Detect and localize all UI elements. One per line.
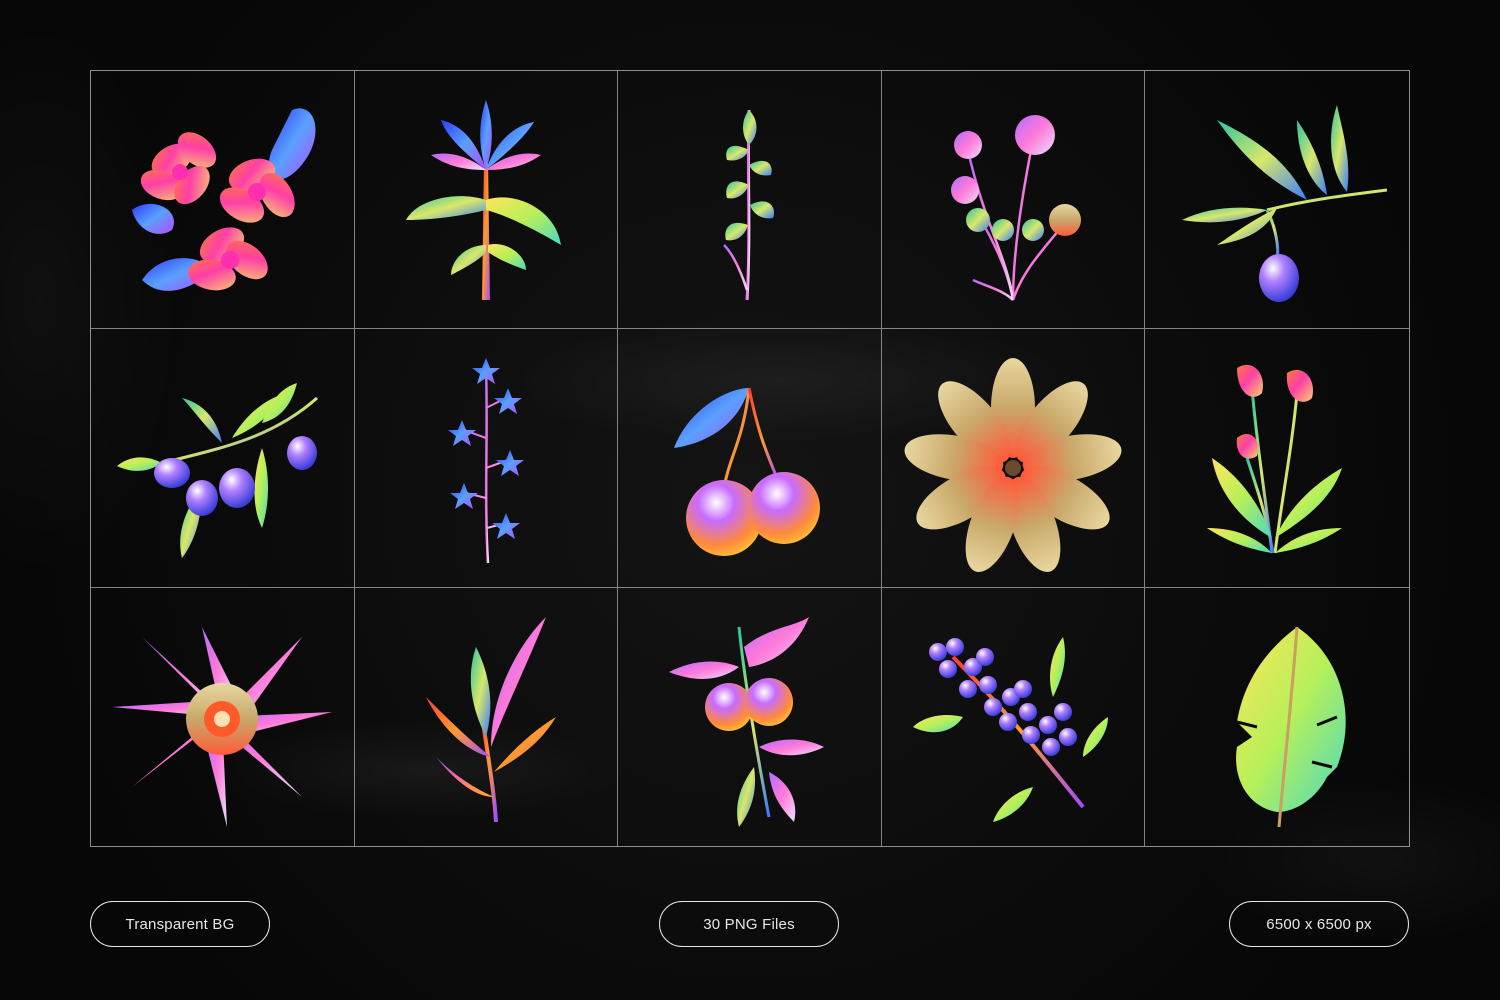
holographic-tulip-bunch-icon xyxy=(1207,364,1343,554)
resolution-badge: 6500 x 6500 px xyxy=(1229,901,1409,947)
grid-cell[interactable] xyxy=(91,587,355,846)
holographic-tropical-leaves-icon xyxy=(425,616,556,822)
grid-cell[interactable] xyxy=(618,71,882,330)
grid-cell[interactable] xyxy=(1145,329,1409,588)
holographic-olive-branch-icon xyxy=(1182,104,1388,302)
grid-cell[interactable] xyxy=(881,71,1146,330)
asset-grid xyxy=(90,70,1410,847)
grid-cell[interactable] xyxy=(91,71,355,330)
file-count-badge: 30 PNG Files xyxy=(659,901,839,947)
holographic-wildflower-bouquet-icon xyxy=(951,114,1082,301)
holographic-flower-cluster-icon xyxy=(132,108,316,291)
grid-cell[interactable] xyxy=(881,329,1146,588)
transparent-bg-badge: Transparent BG xyxy=(90,901,270,947)
grid-cell[interactable] xyxy=(618,329,882,588)
holographic-peach-branch-icon xyxy=(669,616,825,827)
grid-cell[interactable] xyxy=(354,71,619,330)
holographic-lily-icon xyxy=(405,99,561,300)
grid-cell[interactable] xyxy=(355,587,619,846)
grid-cell[interactable] xyxy=(882,587,1146,846)
grid-cell[interactable] xyxy=(1145,71,1409,330)
holographic-spiky-bloom-icon xyxy=(112,626,333,827)
holographic-banana-leaf-icon xyxy=(1236,626,1346,827)
holographic-olive-berries-icon xyxy=(117,382,319,558)
holographic-cherries-icon xyxy=(674,387,821,556)
holographic-sprig-icon xyxy=(723,109,775,300)
holographic-star-flower-stem-icon xyxy=(447,357,524,564)
grid-cell[interactable] xyxy=(354,329,619,588)
holographic-berry-cluster-icon xyxy=(913,636,1109,822)
holographic-palmate-leaf-icon xyxy=(904,357,1122,572)
grid-cell[interactable] xyxy=(91,329,355,588)
grid-cell[interactable] xyxy=(1145,588,1409,846)
grid-cell[interactable] xyxy=(618,587,882,846)
